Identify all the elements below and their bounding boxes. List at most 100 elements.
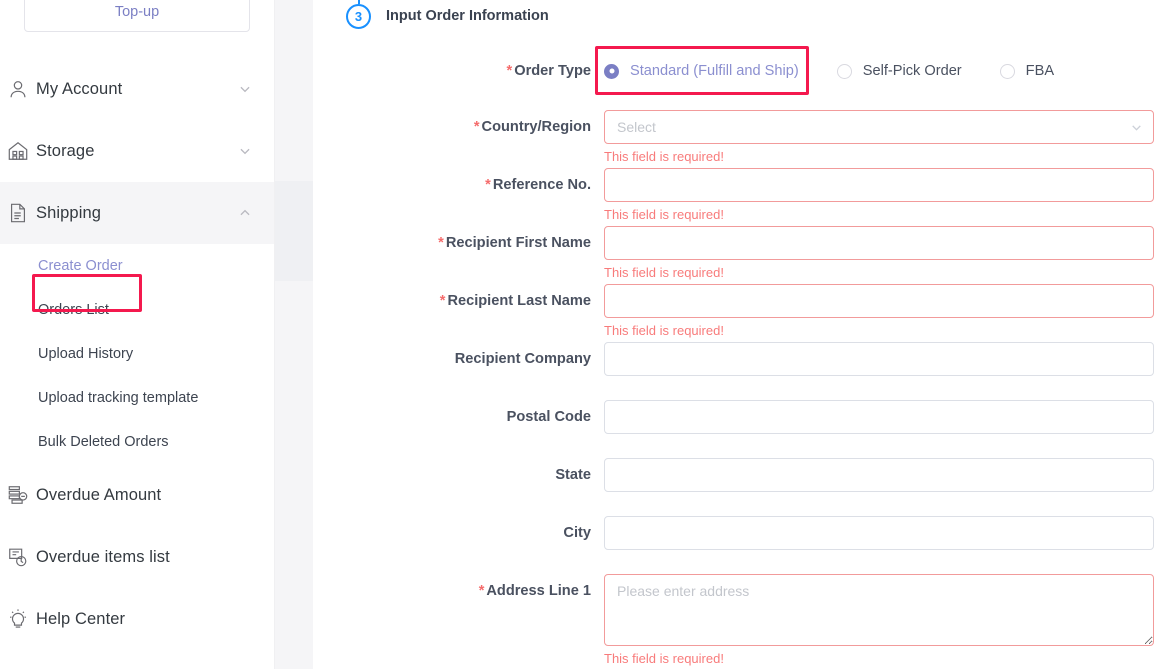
layout-gutter [275,0,313,669]
label-recipient-company: Recipient Company [454,351,591,367]
lightbulb-icon [0,608,36,630]
documents-minus-icon [0,484,36,506]
error-message-city [604,550,1154,574]
form-row-state: State [313,458,1173,516]
error-message-address-line-1: This field is required! [604,651,724,666]
error-message-country-region: This field is required! [604,149,724,164]
sidebar-item-label: My Account [36,79,123,98]
reference-no-control: This field is required! [604,168,1173,226]
form-row-recipient-first-name: * Recipient First Name This field is requ… [313,226,1173,284]
radio-icon[interactable] [999,63,1015,79]
sidebar-item-overdue-amount[interactable]: Overdue Amount [0,464,274,526]
recipient-first-name-control: This field is required! [604,226,1173,284]
form-row-reference-no: * Reference No. This field is required! [313,168,1173,226]
recipient-company-input[interactable] [604,342,1154,376]
label-recipient-last-name: * Recipient Last Name [439,293,591,309]
chevron-down-icon [238,144,252,158]
state-input[interactable] [604,458,1154,492]
city-control [604,516,1173,574]
document-clock-icon [0,546,36,568]
sidebar-subitem-upload-history[interactable]: Upload History [0,332,274,376]
address-line-1-textarea[interactable] [604,574,1154,646]
sidebar-item-label: Storage [36,141,95,160]
error-message-recipient-company [604,376,1154,400]
sidebar-subitem-bulk-deleted-orders[interactable]: Bulk Deleted Orders [0,420,274,464]
form-row-address-line-1: *Address Line 1 This field is required! [313,574,1173,669]
step-header: 3 Input Order Information [313,0,1173,32]
form-row-country-region: *Country/Region This field is required! [313,110,1173,168]
top-up-button[interactable]: Top-up [24,0,250,32]
form-row-recipient-company: Recipient Company [313,342,1173,400]
error-message-reference-no: This field is required! [604,207,724,222]
sidebar-subitem-create-order[interactable]: Create Order [0,244,274,288]
label-address-line-1: * Address Line 1 [478,583,591,599]
form-row-recipient-last-name: * Recipient Last Name This field is requi… [313,284,1173,342]
required-asterisk: * [439,293,446,309]
recipient-first-name-input[interactable] [604,226,1154,260]
sidebar-item-help-center[interactable]: Help Center [0,588,274,650]
sidebar-nav: My Account Storage Shipping Create Order… [0,58,274,650]
sidebar-item-overdue-items-list[interactable]: Overdue items list [0,526,274,588]
required-asterisk: * [485,177,491,193]
recipient-company-control [604,342,1173,400]
gutter-notch [275,181,313,281]
step-number-badge: 3 [346,3,371,29]
label-state: State [555,467,591,483]
form-row-postal-code: Postal Code [313,400,1173,458]
label-country-region: * Country/Region [473,119,591,135]
error-message-recipient-first-name: This field is required! [604,265,724,280]
label-postal-code: Postal Code [506,409,591,425]
page-title: Input Order Information [386,8,549,24]
radio-option-self-pick[interactable]: Self-Pick Order [836,63,962,79]
sidebar-item-shipping[interactable]: Shipping [0,182,274,244]
main-content: 3 Input Order Information * Order Type St… [313,0,1173,669]
reference-no-input[interactable] [604,168,1154,202]
sidebar-item-label: Help Center [36,609,126,628]
recipient-last-name-control: This field is required! [604,284,1173,342]
radio-option-standard[interactable]: Standard (Fulfill and Ship) [595,46,809,95]
required-asterisk: * [506,63,513,79]
sidebar-item-storage[interactable]: Storage [0,120,274,182]
radio-icon-selected[interactable] [604,63,619,79]
postal-code-control [604,400,1173,458]
error-message-postal-code [604,434,1154,458]
country-region-select-wrapper[interactable] [604,110,1154,144]
country-region-select[interactable] [604,110,1154,144]
city-input[interactable] [604,516,1154,550]
sidebar-subitem-orders-list[interactable]: Orders List [0,288,274,332]
app-root: Top-up My Account Storage Shipping Creat… [0,0,1173,669]
postal-code-input[interactable] [604,400,1154,434]
label-city: City [563,525,591,541]
recipient-last-name-input[interactable] [604,284,1154,318]
label-reference-no: * Reference No. [485,177,591,193]
warehouse-icon [0,140,36,162]
required-asterisk: * [478,583,485,599]
address-line-1-control: This field is required! [604,574,1173,669]
radio-icon[interactable] [836,63,852,79]
chevron-down-icon [238,82,252,96]
label-order-type: * Order Type [506,63,591,79]
radio-label: Standard (Fulfill and Ship) [630,63,799,79]
document-list-icon [0,202,36,224]
required-asterisk: * [473,119,480,135]
sidebar-subitem-upload-tracking-template[interactable]: Upload tracking template [0,376,274,420]
order-type-control: Standard (Fulfill and Ship) Self-Pick Or… [595,46,1173,95]
label-recipient-first-name: * Recipient First Name [438,235,591,251]
required-asterisk: * [438,235,444,251]
sidebar-item-label: Overdue items list [36,547,170,566]
topup-container: Top-up [0,0,274,32]
state-control [604,458,1173,516]
order-type-radio-group: Standard (Fulfill and Ship) Self-Pick Or… [595,46,1154,95]
sidebar-item-label: Shipping [36,203,102,222]
sidebar-item-my-account[interactable]: My Account [0,58,274,120]
error-message-recipient-last-name: This field is required! [604,323,724,338]
radio-label: FBA [1025,63,1055,79]
country-region-control: This field is required! [604,110,1173,168]
sidebar-item-label: Overdue Amount [36,485,162,504]
user-icon [0,78,36,100]
sidebar: Top-up My Account Storage Shipping Creat… [0,0,275,669]
order-form: * Order Type Standard (Fulfill and Ship) … [313,32,1173,669]
form-row-order-type: * Order Type Standard (Fulfill and Ship) … [313,46,1173,95]
radio-option-fba[interactable]: FBA [999,63,1055,79]
